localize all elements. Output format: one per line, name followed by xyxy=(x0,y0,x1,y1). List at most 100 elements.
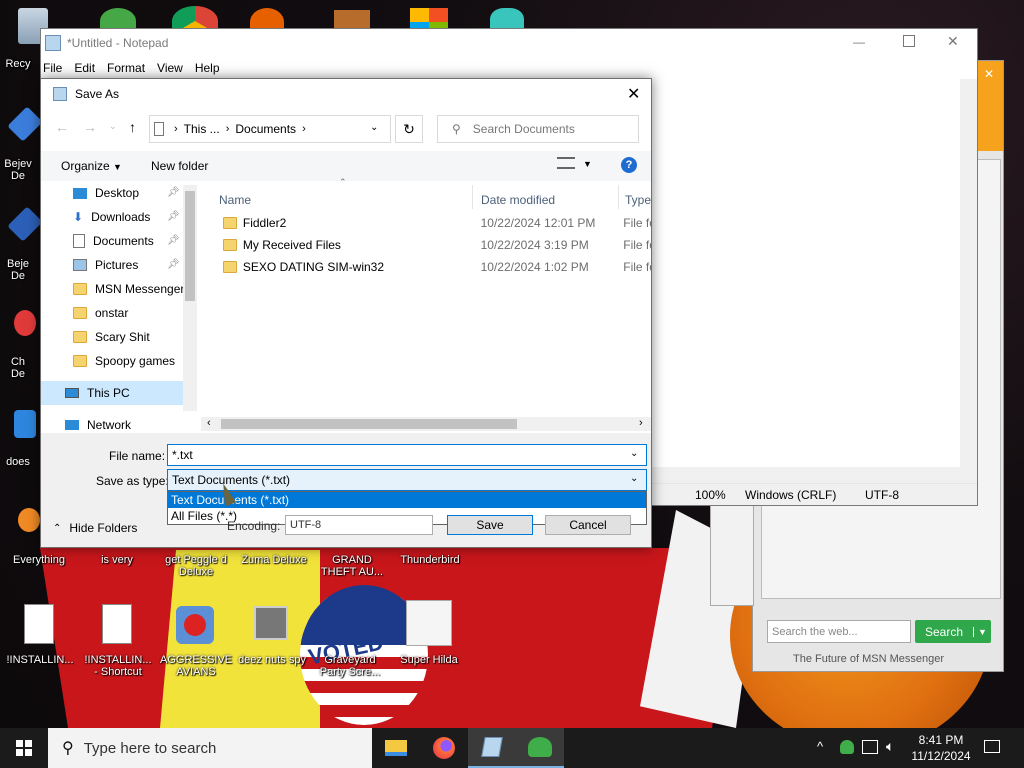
file-name-input[interactable]: *.txt ⌄ xyxy=(167,444,647,466)
chevron-right-icon[interactable]: › xyxy=(639,417,643,429)
close-icon[interactable]: ✕ xyxy=(627,84,640,104)
desktop-icon-label-installing-shortcut[interactable]: !INSTALLIN... - Shortcut xyxy=(82,654,154,678)
help-icon[interactable]: ? xyxy=(621,157,637,173)
column-header-name[interactable]: Name xyxy=(201,185,473,209)
menu-view[interactable]: View xyxy=(157,61,183,75)
nav-item-spoopy-games[interactable]: Spoopy games xyxy=(73,349,199,373)
notepad-vertical-scrollbar[interactable] xyxy=(960,79,977,467)
refresh-button[interactable]: ↻ xyxy=(395,115,423,143)
taskbar-firefox[interactable] xyxy=(420,728,468,768)
msn-close-icon[interactable]: ✕ xyxy=(981,67,997,83)
notepad-titlebar[interactable]: *Untitled - Notepad — ✕ xyxy=(41,29,977,57)
desktop-icon-label-does[interactable]: does xyxy=(0,456,42,468)
file-name-label: File name: xyxy=(109,449,166,463)
table-row[interactable]: My Received Files 10/22/2024 3:19 PM Fil… xyxy=(201,233,651,257)
menu-help[interactable]: Help xyxy=(195,61,220,75)
taskbar-msn-messenger[interactable] xyxy=(516,728,564,768)
chevron-down-icon[interactable]: ⌄ xyxy=(370,122,378,133)
bejeweled-icon[interactable] xyxy=(7,106,43,142)
column-header-type[interactable]: Type xyxy=(621,185,651,209)
chevron-down-icon[interactable]: ⌄ xyxy=(630,448,638,459)
table-row[interactable]: SEXO DATING SIM-win32 10/22/2024 1:02 PM… xyxy=(201,255,651,279)
close-icon[interactable]: ✕ xyxy=(947,33,959,50)
angry-birds-icon[interactable] xyxy=(176,606,214,644)
desktop-icon-label-is-very[interactable]: is very xyxy=(82,554,152,566)
hide-folders-button[interactable]: ⌃ Hide Folders xyxy=(53,521,137,535)
chevron-down-icon[interactable]: ⌄ xyxy=(109,121,117,132)
notification-icon[interactable] xyxy=(984,740,1000,753)
desktop-icon-label-chuzzle[interactable]: Ch De xyxy=(0,356,42,380)
chevron-down-icon[interactable]: ▼ xyxy=(973,626,991,637)
menu-format[interactable]: Format xyxy=(107,61,145,75)
volume-icon[interactable]: 🔈︎ xyxy=(886,738,894,755)
pin-icon[interactable]: 📌︎ xyxy=(167,235,180,246)
address-bar[interactable]: › This ... › Documents › ⌄ xyxy=(149,115,391,143)
desktop-icon-label-gta[interactable]: GRAND THEFT AU... xyxy=(316,554,388,578)
desktop-icon-label-aggressive-avians[interactable]: AGGRESSIVE AVIANS xyxy=(160,654,232,678)
window-stack-icon[interactable] xyxy=(254,606,288,640)
does-icon[interactable] xyxy=(14,410,36,438)
pin-icon[interactable]: 📌︎ xyxy=(167,211,180,222)
msn-tray-icon[interactable] xyxy=(840,740,854,754)
table-row[interactable]: Fiddler2 10/22/2024 12:01 PM File fo xyxy=(201,211,651,235)
windows-logo-icon xyxy=(16,740,32,756)
bejeweled2-icon[interactable] xyxy=(7,206,43,242)
start-button[interactable] xyxy=(0,728,48,768)
save-as-type-select[interactable]: Text Documents (*.txt) ⌄ xyxy=(167,469,647,491)
encoding-select[interactable]: UTF-8 xyxy=(285,515,433,535)
organize-button[interactable]: Organize ▼ xyxy=(61,159,122,173)
chevron-left-icon[interactable]: ‹ xyxy=(207,417,211,429)
search-documents-input[interactable]: ⚲ Search Documents xyxy=(437,115,639,143)
taskbar-search-box[interactable]: ⚲ Type here to search xyxy=(48,728,372,768)
minimize-icon[interactable]: — xyxy=(853,35,869,49)
menu-file[interactable]: File xyxy=(43,61,62,75)
desktop-icon-label-everything[interactable]: Everything xyxy=(4,554,74,566)
dialog-titlebar[interactable]: Save As ✕ xyxy=(41,79,651,109)
msn-search-input[interactable]: Search the web... xyxy=(767,620,911,643)
taskbar-notepad[interactable] xyxy=(468,728,516,768)
menu-edit[interactable]: Edit xyxy=(74,61,95,75)
new-folder-button[interactable]: New folder xyxy=(151,159,208,173)
chevron-down-icon[interactable]: ▼ xyxy=(583,159,592,169)
nav-item-scary-shit[interactable]: Scary Shit xyxy=(73,325,183,349)
network-tray-icon[interactable] xyxy=(862,740,878,754)
desktop-icon-label-recycle[interactable]: Recy xyxy=(0,58,38,70)
msn-search-button[interactable]: Search ▼ xyxy=(915,620,991,643)
desktop-icon-label-deez[interactable]: deez nuts spy xyxy=(236,654,308,666)
nav-item-msn-messenger[interactable]: MSN Messenger xyxy=(73,277,199,301)
chevron-down-icon[interactable]: ⌄ xyxy=(630,473,638,484)
desktop-icon-label-bejeweled2[interactable]: Beje De xyxy=(0,258,42,282)
back-arrow-icon[interactable]: ← xyxy=(55,119,69,135)
save-button[interactable]: Save xyxy=(447,515,533,535)
taskbar-file-explorer[interactable] xyxy=(372,728,420,768)
super-hilda-icon[interactable] xyxy=(406,600,452,646)
desktop-icon-label-bejeweled[interactable]: Bejev De xyxy=(0,158,42,182)
desktop-icon-label-zuma[interactable]: Zuma Deluxe xyxy=(238,554,310,566)
desktop-icon-label-graveyard[interactable]: Graveyard Party Scre... xyxy=(314,654,386,678)
dropdown-option-text-documents[interactable]: Text Documents (*.txt) xyxy=(168,492,646,508)
chuzzle-icon[interactable] xyxy=(14,310,36,336)
column-header-date[interactable]: Date modified xyxy=(475,185,619,209)
breadcrumb-this-pc[interactable]: This ... xyxy=(184,122,220,136)
chevron-up-icon[interactable]: ^ xyxy=(817,739,823,754)
desktop-icon-label-peggle[interactable]: get Peggle d Deluxe xyxy=(160,554,232,578)
nav-scrollbar[interactable] xyxy=(183,185,197,411)
text-file-shortcut-icon[interactable] xyxy=(102,604,132,644)
breadcrumb-documents[interactable]: Documents xyxy=(235,122,296,136)
desktop-icon-label-installing[interactable]: !INSTALLIN... xyxy=(4,654,76,666)
view-options-icon[interactable] xyxy=(557,157,575,169)
file-list-horizontal-scrollbar[interactable]: ‹ › xyxy=(201,417,651,431)
nav-item-onstar[interactable]: onstar xyxy=(73,301,183,325)
nav-item-this-pc[interactable]: This PC xyxy=(41,381,183,405)
pin-icon[interactable]: 📌︎ xyxy=(167,259,180,270)
clock[interactable]: 8:41 PM 11/12/2024 xyxy=(906,732,976,764)
maximize-icon[interactable] xyxy=(903,35,915,47)
forward-arrow-icon[interactable]: → xyxy=(83,119,97,135)
up-arrow-icon[interactable]: ↑ xyxy=(129,119,136,135)
desktop-icon-label-super-hilda[interactable]: Super Hilda xyxy=(392,654,466,666)
pin-icon[interactable]: 📌︎ xyxy=(167,187,180,198)
desktop-icon-label-thunderbird[interactable]: Thunderbird xyxy=(394,554,466,566)
text-file-icon[interactable] xyxy=(24,604,54,644)
cancel-button[interactable]: Cancel xyxy=(545,515,631,535)
everything-icon[interactable] xyxy=(18,508,40,532)
